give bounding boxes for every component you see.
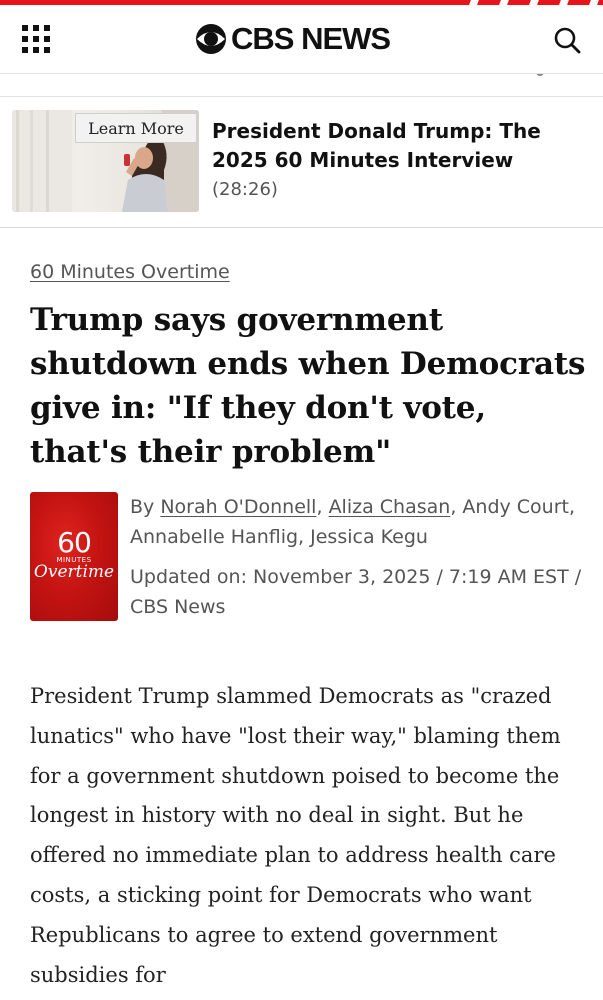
author-hanflig: Annabelle Hanflig: [130, 526, 299, 548]
promo-duration: (28:26): [212, 179, 278, 200]
author-separator: ,: [298, 526, 311, 548]
section-link[interactable]: 60 Minutes Overtime: [30, 261, 230, 283]
site-header: CBS NEWS: [0, 5, 603, 73]
author-separator: ,: [316, 496, 329, 518]
author-link-chasan[interactable]: Aliza Chasan: [329, 496, 451, 518]
learn-more-button[interactable]: Learn More: [75, 113, 197, 143]
subnav-strip: [0, 73, 603, 97]
updated-timestamp: Updated on: November 3, 2025 / 7:19 AM E…: [130, 566, 582, 618]
author-court: Andy Court: [462, 496, 569, 518]
cbs-eye-icon: [196, 24, 226, 54]
brand-name: CBS NEWS: [231, 21, 391, 56]
subnav-peek-icon: [536, 74, 544, 76]
logo-overtime: Overtime: [33, 562, 115, 582]
article-headline: Trump says government shutdown ends when…: [30, 302, 586, 470]
author-separator: ,: [450, 496, 463, 518]
byline: By Norah O'Donnell, Aliza Chasan, Andy C…: [130, 492, 590, 552]
grid-menu-icon[interactable]: [22, 25, 50, 53]
promo-thumbnail[interactable]: Learn More: [12, 110, 199, 212]
author-link-odonnell[interactable]: Norah O'Donnell: [160, 496, 316, 518]
promo-title[interactable]: President Donald Trump: The 2025 60 Minu…: [212, 117, 597, 175]
search-icon[interactable]: [552, 25, 582, 55]
logo-number: 60: [57, 526, 92, 559]
article-body-paragraph: President Trump slammed Democrats as "cr…: [30, 684, 561, 987]
60-minutes-overtime-logo[interactable]: 60 MINUTES Overtime: [30, 492, 118, 621]
author-kegu: Jessica Kegu: [310, 526, 428, 548]
cbs-news-logo[interactable]: CBS NEWS: [195, 21, 391, 56]
video-promo[interactable]: Learn More President Donald Trump: The 2…: [0, 97, 603, 228]
author-separator: ,: [568, 496, 576, 518]
byline-prefix: By: [130, 496, 161, 518]
